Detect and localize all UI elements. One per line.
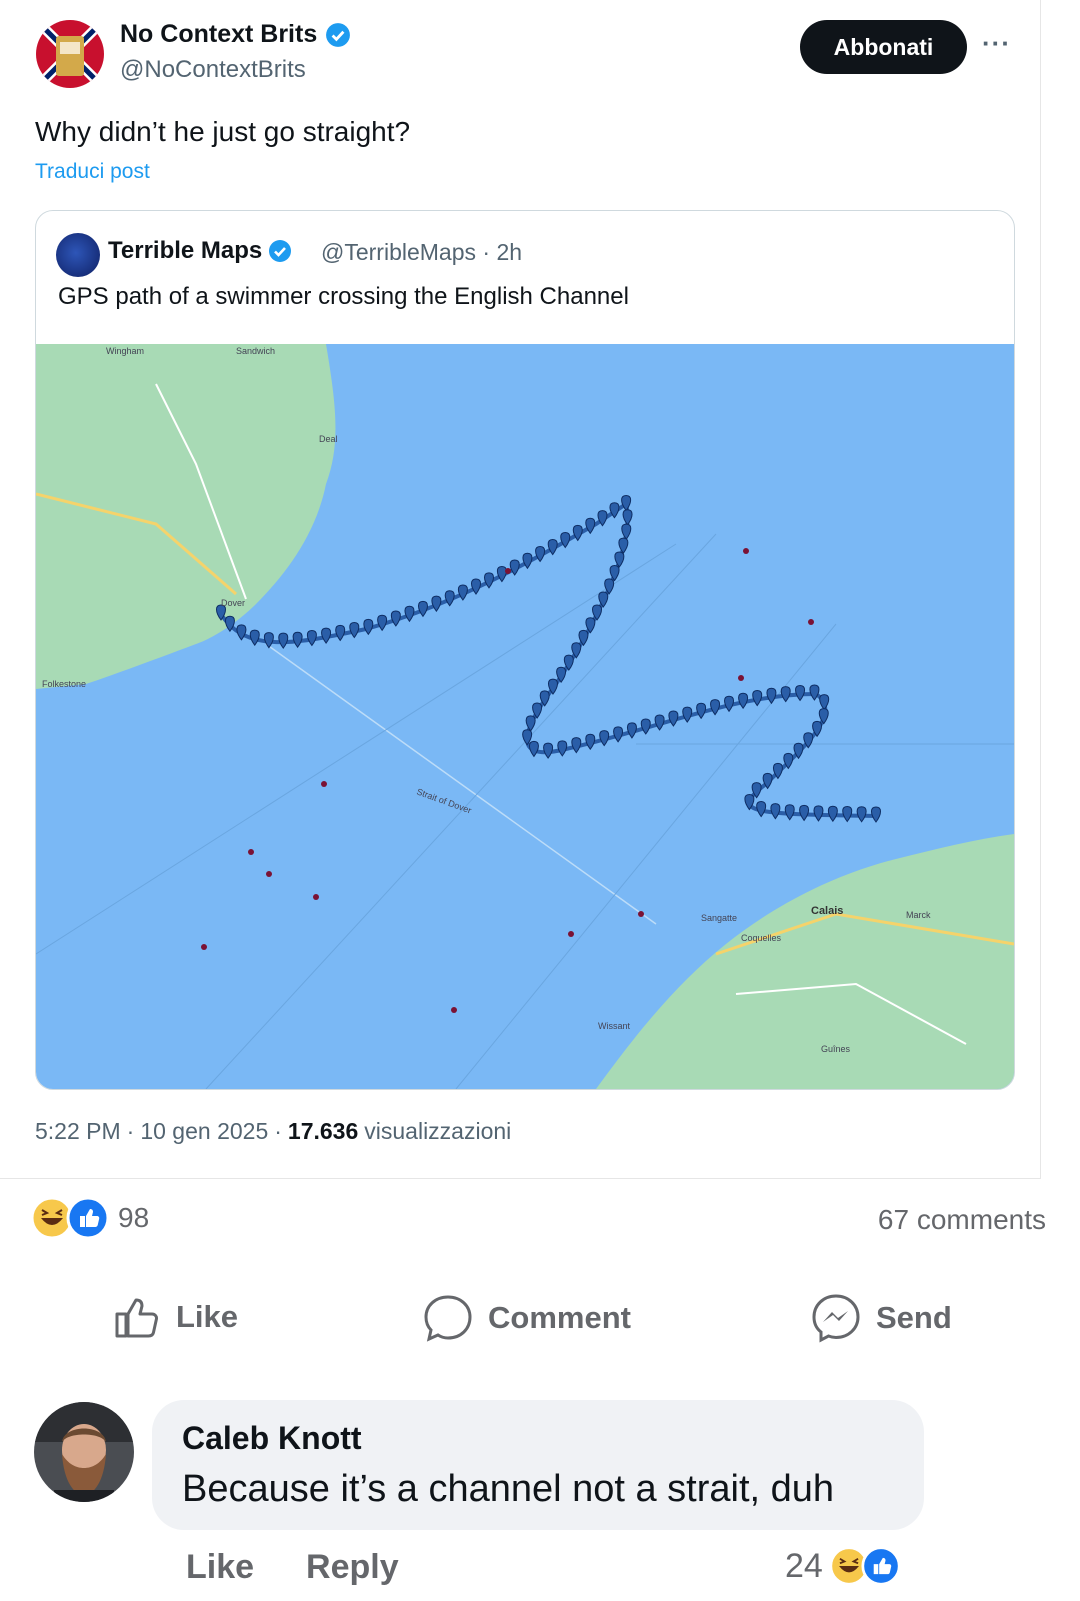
comment-reactions[interactable]: 24	[785, 1546, 901, 1586]
comment-actions: Like Reply	[186, 1548, 399, 1587]
subscribe-button[interactable]: Abbonati	[800, 20, 967, 74]
post-time: 5:22 PM	[35, 1118, 121, 1144]
map-label-guines: Guînes	[821, 1044, 851, 1054]
quoted-author-name: Terrible Maps	[108, 237, 292, 265]
tweet-card: No Context Brits @NoContextBrits Abbonat…	[0, 0, 1041, 1179]
post-text: Why didn’t he just go straight?	[35, 116, 411, 147]
map-label-wissant: Wissant	[598, 1021, 631, 1031]
meta-separator: ·	[274, 1118, 282, 1144]
author-handle[interactable]: @NoContextBrits	[120, 56, 306, 84]
reaction-summary[interactable]: 98	[30, 1196, 149, 1240]
map-label-calais: Calais	[811, 905, 843, 917]
commenter-avatar[interactable]	[34, 1402, 134, 1502]
send-button[interactable]: Send	[810, 1292, 952, 1344]
channel-map[interactable]: Wingham Sandwich Deal Dover Folkestone S…	[36, 344, 1014, 1089]
author-avatar[interactable]	[36, 20, 104, 88]
post-date: 10 gen 2025	[140, 1118, 269, 1144]
quoted-tweet[interactable]: Terrible Maps @TerribleMaps · 2h GPS pat…	[35, 210, 1015, 1090]
verified-badge-icon	[269, 240, 292, 262]
thumbs-up-icon	[115, 1298, 158, 1338]
map-label-sandwich: Sandwich	[236, 346, 275, 356]
comment-text: Because it’s a channel not a strait, duh	[182, 1468, 835, 1510]
comment-reply-button[interactable]: Reply	[306, 1548, 399, 1587]
post-meta: 5:22 PM · 10 gen 2025 · 17.636 visualizz…	[35, 1118, 511, 1145]
quoted-avatar	[56, 233, 100, 277]
messenger-icon	[812, 1294, 860, 1343]
map-label-folkestone: Folkestone	[42, 679, 86, 689]
map-label-sangatte: Sangatte	[701, 913, 737, 923]
translate-link[interactable]: Traduci post	[35, 160, 150, 184]
more-options-icon[interactable]: ···	[982, 28, 1011, 59]
quoted-text: GPS path of a swimmer crossing the Engli…	[58, 283, 629, 310]
like-reaction-icon	[861, 1546, 901, 1586]
map-label-deal: Deal	[319, 434, 338, 444]
views-count: 17.636	[287, 1118, 359, 1144]
like-button[interactable]: Like	[112, 1292, 238, 1342]
like-reaction-icon	[66, 1196, 110, 1240]
map-label-marck: Marck	[906, 910, 931, 920]
comments-count[interactable]: 67 comments	[878, 1204, 1046, 1236]
comment-bubble: Caleb Knott Because it’s a channel not a…	[152, 1400, 924, 1530]
views-label: visualizzazioni	[364, 1118, 512, 1144]
author-name[interactable]: No Context Brits	[120, 20, 351, 49]
comment-like-button[interactable]: Like	[186, 1548, 254, 1587]
comment-bubble-icon	[424, 1295, 472, 1342]
comment-button[interactable]: Comment	[422, 1292, 631, 1344]
verified-badge-icon	[326, 22, 351, 47]
commenter-name[interactable]: Caleb Knott	[182, 1420, 362, 1457]
reaction-count: 98	[118, 1202, 150, 1233]
quoted-handle: @TerribleMaps · 2h	[321, 239, 523, 265]
comment-reaction-count: 24	[785, 1546, 823, 1585]
map-label-wingham: Wingham	[106, 346, 144, 356]
meta-separator: ·	[126, 1118, 135, 1144]
map-label-dover: Dover	[221, 598, 245, 608]
action-bar: Like Comment Send	[0, 1292, 1080, 1352]
map-label-coquelles: Coquelles	[741, 933, 782, 943]
